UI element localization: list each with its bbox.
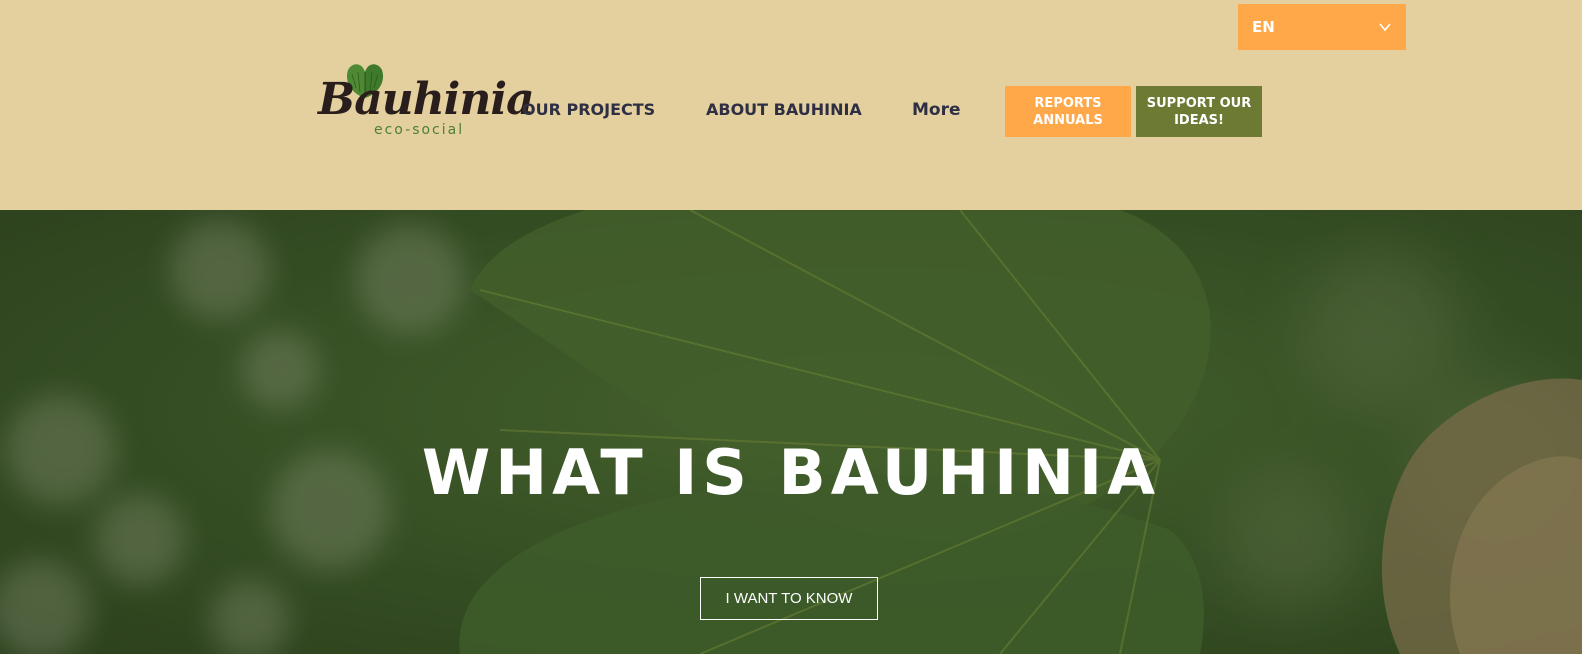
language-selector[interactable]: EN xyxy=(1238,4,1406,50)
nav-about-bauhinia[interactable]: ABOUT BAUHINIA xyxy=(706,100,862,119)
nav-our-projects[interactable]: OUR PROJECTS xyxy=(522,100,655,119)
site-header: EN Bauhinia eco-social OUR PROJECTS ABOU… xyxy=(0,0,1582,210)
site-logo[interactable]: Bauhinia eco-social xyxy=(318,58,535,142)
reports-button-line1: REPORTS xyxy=(1034,95,1102,111)
reports-annuals-button[interactable]: REPORTS ANNUALS xyxy=(1005,86,1131,137)
support-button-line2: IDEAS! xyxy=(1174,112,1224,128)
nav-more[interactable]: More xyxy=(912,100,961,120)
reports-button-line2: ANNUALS xyxy=(1033,112,1103,128)
i-want-to-know-button[interactable]: I WANT TO KNOW xyxy=(700,577,878,620)
hero-title: WHAT IS BAUHINIA xyxy=(421,436,1161,509)
language-value: EN xyxy=(1252,18,1275,36)
logo-wordmark: Bauhinia xyxy=(318,74,535,125)
support-ideas-button[interactable]: SUPPORT OUR IDEAS! xyxy=(1136,86,1262,137)
support-button-line1: SUPPORT OUR xyxy=(1146,95,1252,111)
logo-tagline: eco-social xyxy=(374,122,465,138)
chevron-down-icon xyxy=(1379,23,1391,32)
hero-section: WHAT IS BAUHINIA I WANT TO KNOW xyxy=(0,210,1582,654)
